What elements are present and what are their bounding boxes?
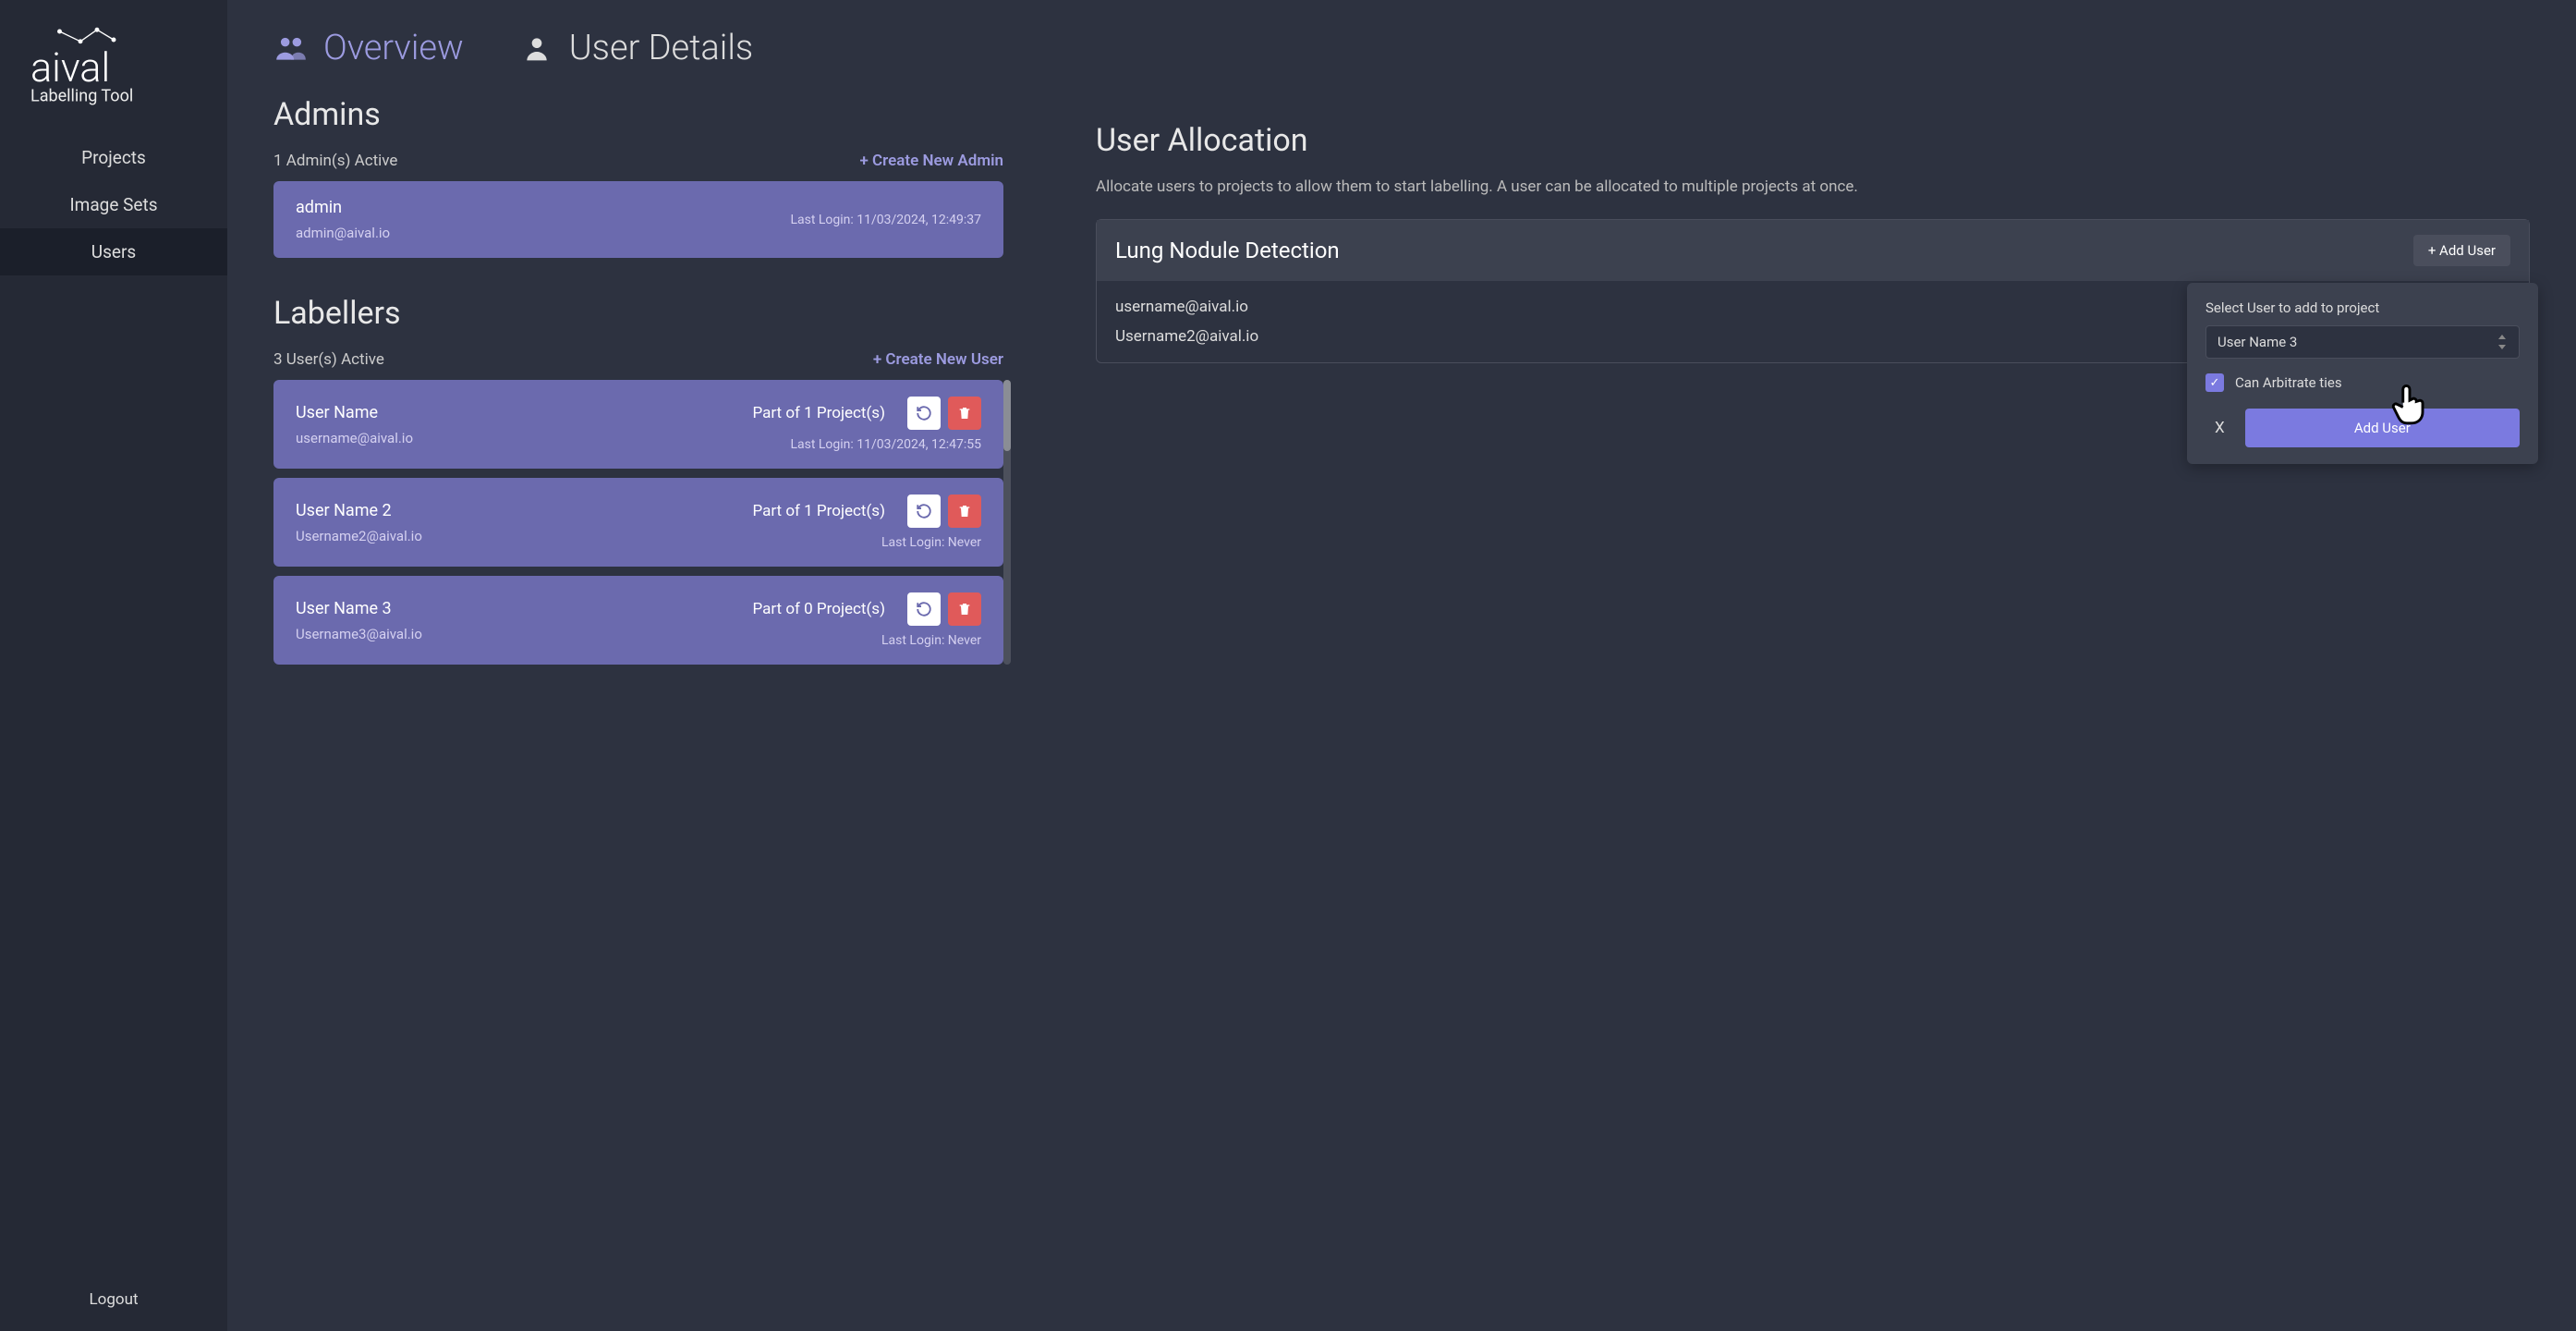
add-user-button[interactable]: + Add User <box>2413 235 2510 266</box>
admins-count: 1 Admin(s) Active <box>273 152 397 170</box>
labeller-card[interactable]: User Name username@aival.io Part of 1 Pr… <box>273 380 1003 469</box>
delete-icon[interactable] <box>948 397 981 430</box>
reset-icon[interactable] <box>907 495 941 528</box>
allocation-title: User Allocation <box>1096 122 2530 159</box>
sidebar-item-users[interactable]: Users <box>0 228 227 275</box>
allocation-desc: Allocate users to projects to allow them… <box>1096 177 2530 196</box>
labeller-email: username@aival.io <box>296 430 413 446</box>
sidebar-item-projects[interactable]: Projects <box>0 134 227 181</box>
labeller-projects: Part of 1 Project(s) <box>753 404 886 422</box>
add-user-popover: Select User to add to project User Name … <box>2187 283 2538 464</box>
project-box: Lung Nodule Detection + Add User Select … <box>1096 219 2530 363</box>
scrollbar[interactable] <box>1003 380 1011 665</box>
admins-title: Admins <box>273 96 1003 133</box>
sidebar: aival Labelling Tool Projects Image Sets… <box>0 0 227 1331</box>
admins-list-head: 1 Admin(s) Active + Create New Admin <box>273 152 1003 170</box>
labeller-last-login: Last Login: 11/03/2024, 12:47:55 <box>790 437 981 452</box>
arbitrate-label: Can Arbitrate ties <box>2235 374 2342 391</box>
user-select-value: User Name 3 <box>2218 334 2297 350</box>
delete-icon[interactable] <box>948 592 981 626</box>
logo-area: aival Labelling Tool <box>0 23 227 134</box>
labeller-projects: Part of 0 Project(s) <box>753 600 886 618</box>
tab-user-details-label: User Details <box>569 28 753 68</box>
users-group-icon <box>273 31 309 66</box>
labeller-projects: Part of 1 Project(s) <box>753 502 886 520</box>
checkbox-checked-icon[interactable]: ✓ <box>2205 373 2224 392</box>
labeller-card[interactable]: User Name 2 Username2@aival.io Part of 1… <box>273 478 1003 567</box>
aival-logo: aival Labelling Tool <box>26 23 201 106</box>
labeller-name: User Name 3 <box>296 599 422 618</box>
svg-text:aival: aival <box>30 44 110 92</box>
logout-link[interactable]: Logout <box>0 1268 227 1331</box>
labeller-last-login: Last Login: Never <box>881 535 981 550</box>
tab-user-details[interactable]: User Details <box>519 28 753 68</box>
submit-add-user-button[interactable]: Add User <box>2245 409 2520 447</box>
labellers-count: 3 User(s) Active <box>273 350 384 369</box>
user-icon <box>519 31 554 66</box>
admin-card[interactable]: admin admin@aival.io Last Login: 11/03/2… <box>273 181 1003 258</box>
svg-text:Labelling Tool: Labelling Tool <box>30 87 133 106</box>
labeller-email: Username2@aival.io <box>296 528 422 544</box>
delete-icon[interactable] <box>948 495 981 528</box>
labellers-list-head: 3 User(s) Active + Create New User <box>273 350 1003 369</box>
close-popover-button[interactable]: X <box>2205 409 2234 447</box>
labeller-last-login: Last Login: Never <box>881 633 981 648</box>
tab-overview[interactable]: Overview <box>273 28 464 68</box>
tabs: Overview User Details <box>227 0 2576 78</box>
admin-email: admin@aival.io <box>296 225 390 241</box>
labellers-section: Labellers 3 User(s) Active + Create New … <box>273 295 1003 665</box>
labeller-card[interactable]: User Name 3 Username3@aival.io Part of 0… <box>273 576 1003 665</box>
reset-icon[interactable] <box>907 397 941 430</box>
admin-name: admin <box>296 198 390 217</box>
labellers-title: Labellers <box>273 295 1003 332</box>
project-header: Lung Nodule Detection + Add User Select … <box>1097 220 2529 281</box>
main: Overview User Details Admins 1 Admin(s) … <box>227 0 2576 1331</box>
admin-last-login: Last Login: 11/03/2024, 12:49:37 <box>790 213 981 227</box>
labeller-name: User Name <box>296 403 413 422</box>
nav-list: Projects Image Sets Users <box>0 134 227 275</box>
select-caret-icon <box>2497 335 2508 349</box>
right-column: User Allocation Allocate users to projec… <box>1096 96 2530 1313</box>
labeller-name: User Name 2 <box>296 501 422 520</box>
sidebar-item-image-sets[interactable]: Image Sets <box>0 181 227 228</box>
create-admin-button[interactable]: + Create New Admin <box>859 152 1003 170</box>
admins-section: Admins 1 Admin(s) Active + Create New Ad… <box>273 96 1003 258</box>
reset-icon[interactable] <box>907 592 941 626</box>
labellers-list: User Name username@aival.io Part of 1 Pr… <box>273 380 1003 665</box>
labeller-email: Username3@aival.io <box>296 626 422 642</box>
user-select[interactable]: User Name 3 <box>2205 325 2520 359</box>
arbitrate-checkbox-row[interactable]: ✓ Can Arbitrate ties <box>2205 373 2520 392</box>
left-column: Admins 1 Admin(s) Active + Create New Ad… <box>273 96 1003 1313</box>
popover-label: Select User to add to project <box>2205 299 2520 316</box>
project-name: Lung Nodule Detection <box>1115 238 1340 263</box>
content: Admins 1 Admin(s) Active + Create New Ad… <box>227 78 2576 1331</box>
create-user-button[interactable]: + Create New User <box>873 350 1003 369</box>
tab-overview-label: Overview <box>323 28 464 68</box>
